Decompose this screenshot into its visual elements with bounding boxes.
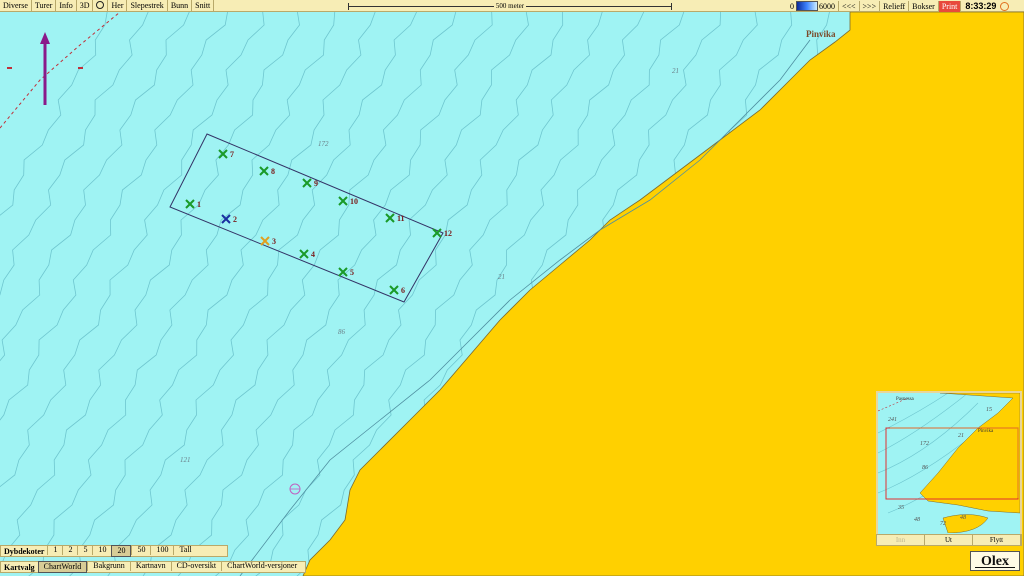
kartvalg-option[interactable]: ChartWorld	[37, 561, 88, 573]
next-button[interactable]: >>>	[860, 0, 881, 12]
waypoint-label: 12	[444, 229, 452, 238]
depth-label: 121	[180, 456, 191, 464]
waypoint-label: 8	[271, 167, 275, 176]
chart-map[interactable]: 123456789101112	[0, 0, 1024, 576]
top-toolbar: Diverse Turer Info 3D Her Slepestrek Bun…	[0, 0, 1024, 12]
dybdekoter-option[interactable]: 1	[47, 545, 62, 555]
kartvalg-option[interactable]: Kartnavn	[129, 561, 171, 571]
depth-label: 172	[318, 140, 329, 148]
inset-label: 15	[986, 407, 992, 413]
kartvalg-option[interactable]: ChartWorld-versjoner	[221, 561, 302, 571]
depth-max-value: 6000	[819, 1, 835, 11]
depth-label: 21	[672, 67, 679, 75]
relieff-button[interactable]: Relieff	[880, 0, 910, 12]
print-button[interactable]: Print	[938, 0, 962, 12]
depth-min-value: 0	[790, 1, 794, 11]
waypoint-label: 1	[197, 200, 201, 209]
waypoint-label: 7	[230, 150, 234, 159]
prev-button[interactable]: <<<	[838, 0, 860, 12]
waypoint-label: 6	[401, 286, 405, 295]
inset-label: Pasnessa	[896, 397, 914, 402]
inset-label: 48	[914, 517, 920, 523]
waypoint-label: 9	[314, 179, 318, 188]
dybdekoter-option[interactable]: 5	[77, 545, 92, 555]
menu-slepestrek[interactable]: Slepestrek	[127, 0, 168, 11]
kartvalg-label: Kartvalg	[4, 562, 35, 572]
depth-scale-gradient[interactable]	[796, 1, 818, 11]
inset-label: 172	[920, 441, 929, 447]
dybdekoter-option[interactable]: Tall	[173, 545, 196, 555]
inset-label: Pinvika	[978, 429, 994, 434]
kartvalg-option[interactable]: CD-oversikt	[170, 561, 222, 571]
target-icon[interactable]	[1000, 1, 1010, 11]
scale-label: 500 meter	[493, 2, 527, 10]
bokser-button[interactable]: Bokser	[909, 0, 939, 12]
waypoint-label: 3	[272, 237, 276, 246]
menu-info[interactable]: Info	[56, 0, 77, 11]
inset-label: 21	[958, 433, 964, 439]
overview-map[interactable]: Pasnessa 241 15 Pinvika 172 21 86 35 48 …	[876, 391, 1022, 546]
olex-logo: Olex	[970, 551, 1020, 571]
menu-3d[interactable]: 3D	[77, 0, 94, 11]
depth-label: 86	[338, 328, 345, 336]
overview-map-buttons: Inn Ut Flytt	[876, 534, 1022, 546]
gear-icon[interactable]	[93, 0, 109, 11]
menu-diverse[interactable]: Diverse	[0, 0, 32, 11]
zoom-out-button[interactable]: Ut	[925, 535, 973, 545]
inset-label: 35	[898, 505, 904, 511]
inset-label: 241	[888, 417, 897, 423]
waypoint-label: 2	[233, 215, 237, 224]
dybdekoter-option[interactable]: 20	[111, 545, 132, 557]
waypoint-label: 10	[350, 197, 358, 206]
scale-bar: 500 meter	[348, 0, 672, 12]
move-button[interactable]: Flytt	[973, 535, 1021, 545]
menu-bunn[interactable]: Bunn	[168, 0, 193, 11]
dybdekoter-label: Dybdekoter	[4, 546, 45, 556]
clock-time: 8:33:29	[965, 1, 997, 11]
place-name-label: Pinvika	[806, 29, 836, 39]
dybdekoter-option[interactable]: 100	[150, 545, 173, 555]
dybdekoter-bar: Dybdekoter 1 2 5 10 20 50 100 Tall	[0, 545, 228, 557]
dybdekoter-option[interactable]: 10	[92, 545, 111, 555]
inset-label: 86	[922, 465, 928, 471]
menu-her[interactable]: Her	[108, 0, 128, 11]
depth-label: 21	[498, 273, 505, 281]
zoom-in-button[interactable]: Inn	[877, 535, 925, 545]
waypoint-label: 4	[311, 250, 315, 259]
inset-label: 72	[940, 521, 946, 527]
menu-snitt[interactable]: Snitt	[192, 0, 215, 11]
inset-label: 48	[960, 515, 966, 521]
kartvalg-bar: Kartvalg ChartWorld Bakgrunn Kartnavn CD-ov…	[0, 561, 306, 573]
waypoint-label: 11	[397, 214, 405, 223]
menu-turer[interactable]: Turer	[32, 0, 57, 11]
kartvalg-option[interactable]: Bakgrunn	[87, 561, 130, 571]
dybdekoter-option[interactable]: 2	[62, 545, 77, 555]
waypoint-label: 5	[350, 268, 354, 277]
dybdekoter-option[interactable]: 50	[131, 545, 150, 555]
